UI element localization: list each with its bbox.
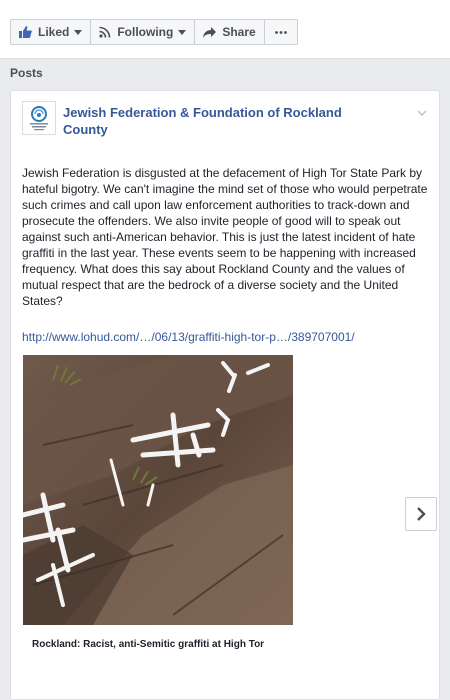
caret-down-icon [74, 29, 83, 35]
liked-button[interactable]: Liked [10, 19, 92, 45]
thumbs-up-icon [19, 26, 32, 38]
share-button[interactable]: Share [194, 19, 265, 45]
graffiti-photo[interactable] [23, 355, 293, 625]
rss-icon [99, 26, 111, 38]
post-body-text: Jewish Federation is disgusted at the de… [22, 166, 428, 308]
liked-label: Liked [38, 25, 70, 39]
page-avatar[interactable] [22, 101, 56, 135]
next-photo-button[interactable] [405, 497, 437, 531]
posts-section-title: Posts [10, 66, 43, 80]
following-label: Following [117, 25, 174, 39]
post-link[interactable]: http://www.lohud.com/…/06/13/graffiti-hi… [22, 330, 355, 344]
share-label: Share [222, 25, 256, 39]
caret-down-icon [178, 29, 187, 35]
more-options-button[interactable] [263, 19, 298, 45]
photo-caption: Rockland: Racist, anti-Semitic graffiti … [32, 639, 265, 650]
post-card: Jewish Federation & Foundation of Rockla… [10, 90, 440, 700]
chevron-right-icon [417, 507, 426, 521]
post-author-name[interactable]: Jewish Federation & Foundation of Rockla… [63, 104, 383, 138]
page-action-bar: Liked Following Share [0, 0, 450, 59]
share-arrow-icon [203, 26, 217, 38]
action-buttons: Liked Following Share [10, 19, 298, 45]
chevron-down-icon[interactable] [417, 103, 427, 121]
more-dots-icon [274, 30, 287, 34]
following-button[interactable]: Following [90, 19, 196, 45]
federation-logo-icon [30, 106, 48, 131]
